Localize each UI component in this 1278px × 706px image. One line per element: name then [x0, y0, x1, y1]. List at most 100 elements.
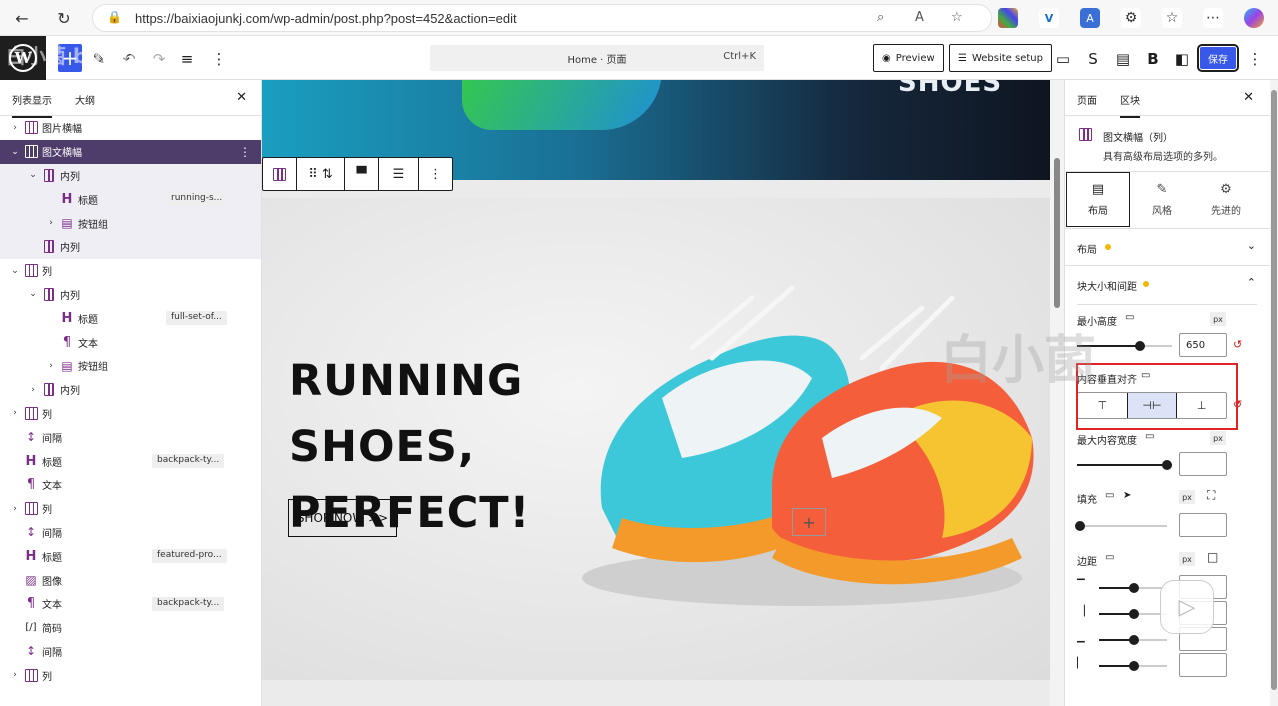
- margin-bottom-slider[interactable]: [1099, 635, 1167, 645]
- close-icon[interactable]: ✕: [236, 90, 247, 105]
- tree-row[interactable]: ▨ 图像: [0, 568, 261, 592]
- tree-row[interactable]: 内列: [0, 234, 261, 259]
- max-width-slider[interactable]: [1077, 460, 1172, 470]
- pointer-icon[interactable]: ➤: [1123, 490, 1131, 501]
- margin-left-slider[interactable]: [1099, 661, 1167, 671]
- chevron-right-icon[interactable]: ›: [46, 361, 56, 371]
- add-block-inline-icon[interactable]: +: [792, 508, 826, 536]
- tree-row[interactable]: ¶ 文本: [0, 473, 261, 497]
- tree-row[interactable]: ↕ 间隔: [0, 425, 261, 449]
- block-style-icon[interactable]: ▀: [345, 158, 379, 190]
- chevron-right-icon[interactable]: ›: [10, 408, 20, 418]
- desktop-icon[interactable]: ▭: [1125, 312, 1134, 323]
- document-overview-icon[interactable]: ⋮: [208, 48, 230, 70]
- tab-outline[interactable]: 大纲: [75, 92, 95, 107]
- add-block-button[interactable]: +: [58, 44, 82, 72]
- address-bar[interactable]: 🔒 https://baixiaojunkj.com/wp-admin/post…: [92, 4, 992, 32]
- drag-move-icon[interactable]: ⠿ ⇅: [297, 158, 345, 190]
- zoom-icon[interactable]: ⌕: [877, 10, 884, 25]
- chevron-down-icon[interactable]: ⌄: [10, 266, 20, 276]
- tab-advanced[interactable]: ⚙ 先进的: [1194, 172, 1258, 227]
- tree-row[interactable]: ¶ 文本: [0, 330, 261, 354]
- padding-input[interactable]: [1179, 513, 1227, 537]
- redo-icon[interactable]: ↷: [148, 48, 170, 70]
- puzzle-icon[interactable]: ⚙: [1121, 8, 1141, 28]
- back-icon[interactable]: ←: [10, 6, 34, 30]
- tree-row[interactable]: ⌄ 列: [0, 259, 261, 283]
- chevron-right-icon[interactable]: ›: [28, 385, 38, 395]
- chevron-right-icon[interactable]: ›: [46, 218, 56, 228]
- chevron-right-icon[interactable]: ›: [10, 504, 20, 514]
- tree-row[interactable]: › 列: [0, 663, 261, 687]
- command-palette[interactable]: Home · 页面 Ctrl+K: [430, 45, 764, 71]
- tree-row[interactable]: H 标题 featured-pro...: [0, 544, 261, 568]
- translate-icon[interactable]: A: [1080, 8, 1100, 28]
- tree-row[interactable]: [/] 简码: [0, 616, 261, 640]
- chevron-right-icon[interactable]: ›: [10, 123, 20, 133]
- video-play-icon[interactable]: ▷: [1160, 580, 1214, 634]
- tab-layout[interactable]: ▤ 布局: [1066, 172, 1130, 227]
- chevron-down-icon[interactable]: ⌄: [28, 170, 38, 180]
- tree-row[interactable]: H 标题 running-s...: [0, 187, 261, 212]
- extension-v-icon[interactable]: V: [1039, 8, 1059, 28]
- desktop-icon[interactable]: ▭: [1145, 431, 1154, 442]
- desktop-icon[interactable]: ▭: [1105, 552, 1114, 563]
- tree-row[interactable]: › 列: [0, 497, 261, 521]
- close-icon[interactable]: ✕: [1243, 90, 1254, 105]
- plugin-b-icon[interactable]: B: [1142, 48, 1164, 70]
- desktop-icon[interactable]: ▭: [1105, 490, 1114, 501]
- min-height-unit[interactable]: px: [1210, 312, 1226, 326]
- align-left-icon[interactable]: ☰: [379, 158, 419, 190]
- tree-row[interactable]: ⌄ 图文横幅 ⋮: [0, 139, 261, 164]
- tab-list[interactable]: 列表显示: [12, 92, 52, 118]
- tree-row[interactable]: › ▤ 按钮组: [0, 211, 261, 235]
- chevron-down-icon[interactable]: ⌄: [28, 289, 38, 299]
- layout-section[interactable]: 布局 ⌄: [1065, 229, 1270, 266]
- website-setup-button[interactable]: ☰ Website setup: [949, 44, 1052, 72]
- inspector-scrollbar[interactable]: [1270, 80, 1278, 706]
- more-icon[interactable]: ⋯: [1203, 8, 1223, 28]
- tree-row[interactable]: › ▤ 按钮组: [0, 354, 261, 378]
- copilot-icon[interactable]: [1244, 8, 1264, 28]
- tree-row[interactable]: ⌄ 内列: [0, 283, 261, 307]
- save-button[interactable]: 保存: [1197, 44, 1239, 72]
- chevron-down-icon[interactable]: ⌄: [10, 147, 20, 157]
- tree-row[interactable]: ↕ 间隔: [0, 640, 261, 664]
- tree-row[interactable]: H 标题 backpack-ty...: [0, 449, 261, 473]
- size-spacing-section[interactable]: 块大小和间距 ⌃: [1065, 266, 1270, 303]
- margin-left-input[interactable]: [1179, 653, 1227, 677]
- undo-icon[interactable]: ↶: [118, 48, 140, 70]
- sides-icon[interactable]: □: [1207, 550, 1218, 564]
- margin-top-slider[interactable]: [1099, 583, 1167, 593]
- max-width-unit[interactable]: px: [1210, 431, 1226, 445]
- extension-icon[interactable]: [998, 8, 1018, 28]
- preview-button[interactable]: ◉ Preview: [873, 44, 944, 72]
- list-view-icon[interactable]: ≡: [176, 48, 198, 70]
- tab-style[interactable]: ✎ 风格: [1130, 172, 1194, 227]
- wordpress-logo-icon[interactable]: W: [0, 36, 46, 80]
- tree-row[interactable]: ¶ 文本 backpack-ty...: [0, 592, 261, 616]
- block-type-columns-icon[interactable]: [263, 158, 297, 190]
- options-icon[interactable]: ⋮: [1244, 48, 1266, 70]
- padding-unit[interactable]: px: [1179, 490, 1195, 504]
- settings-panel-icon[interactable]: ◧: [1171, 48, 1193, 70]
- favorites-icon[interactable]: ☆: [1162, 8, 1182, 28]
- reset-icon[interactable]: ↺: [1233, 338, 1242, 351]
- styles-icon[interactable]: S: [1082, 48, 1104, 70]
- min-height-slider[interactable]: [1077, 341, 1172, 351]
- tree-row[interactable]: › 内列: [0, 378, 261, 402]
- url-text[interactable]: https://baixiaojunkj.com/wp-admin/post.p…: [135, 11, 517, 26]
- canvas-scrollbar[interactable]: [1050, 80, 1064, 706]
- tree-row[interactable]: ↕ 间隔: [0, 521, 261, 545]
- min-height-input[interactable]: 650: [1179, 333, 1227, 357]
- max-width-input[interactable]: [1179, 452, 1227, 476]
- row-options-icon[interactable]: ⋮: [239, 145, 251, 159]
- device-preview-icon[interactable]: ▭: [1052, 48, 1074, 70]
- favorite-icon[interactable]: ☆: [951, 10, 963, 25]
- pencil-icon[interactable]: ✎: [88, 48, 110, 70]
- tab-block[interactable]: 区块: [1120, 92, 1140, 118]
- tree-row[interactable]: ⌄ 内列: [0, 163, 261, 188]
- hero-banner-main[interactable]: RUNNING SHOES, PERFECT! SHOP NOW >> +: [262, 198, 1050, 680]
- page-icon[interactable]: ▤: [1112, 48, 1134, 70]
- shop-now-button[interactable]: SHOP NOW >>: [288, 499, 397, 537]
